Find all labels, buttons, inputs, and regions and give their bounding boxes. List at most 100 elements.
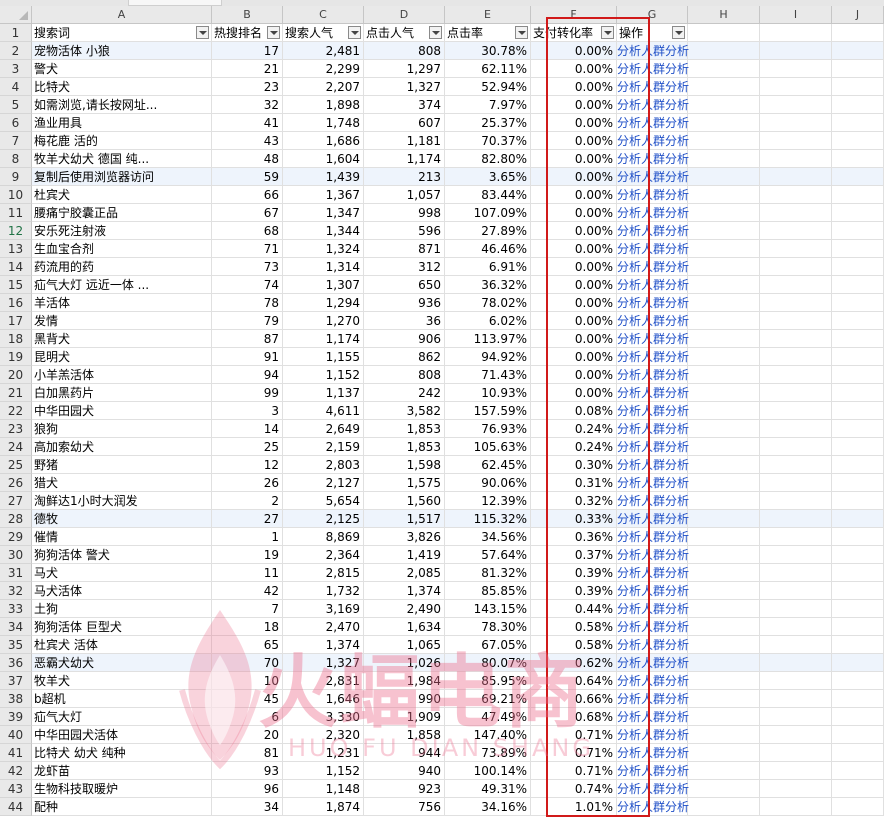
filter-dropdown-icon[interactable] [196,26,209,39]
empty-cell[interactable] [688,420,760,438]
empty-cell[interactable] [760,510,832,528]
empty-cell[interactable] [688,690,760,708]
empty-cell[interactable] [688,186,760,204]
empty-cell[interactable] [832,798,884,816]
analysis-link[interactable]: 分析人群分析 [617,780,689,798]
cell-rank[interactable]: 14 [212,420,283,438]
empty-cell[interactable] [832,582,884,600]
cell-conv[interactable]: 0.71% [531,726,617,744]
cell-click[interactable]: 1,598 [364,456,445,474]
row-header[interactable]: 34 [0,618,32,636]
cell-ctr[interactable]: 107.09% [445,204,531,222]
cell-click[interactable]: 808 [364,42,445,60]
cell-conv[interactable]: 0.71% [531,762,617,780]
empty-cell[interactable] [832,474,884,492]
cell-rank[interactable]: 74 [212,276,283,294]
cell-rank[interactable]: 10 [212,672,283,690]
empty-cell[interactable] [760,24,832,42]
cell-search[interactable]: 1,374 [283,636,364,654]
cell-ctr[interactable]: 10.93% [445,384,531,402]
cell-click[interactable]: 1,181 [364,132,445,150]
cell-keyword[interactable]: 宠物活体 小狼 [32,42,212,60]
column-header-G[interactable]: G [617,6,688,24]
cell-click[interactable]: 1,984 [364,672,445,690]
empty-cell[interactable] [832,276,884,294]
row-header[interactable]: 26 [0,474,32,492]
cell-search[interactable]: 1,604 [283,150,364,168]
row-header[interactable]: 29 [0,528,32,546]
cell-conv[interactable]: 0.00% [531,42,617,60]
empty-cell[interactable] [688,150,760,168]
empty-cell[interactable] [760,420,832,438]
row-header[interactable]: 33 [0,600,32,618]
row-header[interactable]: 6 [0,114,32,132]
cell-keyword[interactable]: 马犬 [32,564,212,582]
cell-click[interactable]: 1,297 [364,60,445,78]
cell-ctr[interactable]: 100.14% [445,762,531,780]
analysis-link[interactable]: 分析人群分析 [617,618,689,636]
cell-search[interactable]: 2,299 [283,60,364,78]
cell-search[interactable]: 1,152 [283,762,364,780]
cell-search[interactable]: 1,327 [283,654,364,672]
cell-ctr[interactable]: 73.89% [445,744,531,762]
cell-conv[interactable]: 0.24% [531,438,617,456]
cell-rank[interactable]: 20 [212,726,283,744]
analysis-link[interactable]: 分析人群分析 [617,690,689,708]
filter-dropdown-icon[interactable] [601,26,614,39]
empty-cell[interactable] [832,24,884,42]
cell-click[interactable]: 862 [364,348,445,366]
cell-rank[interactable]: 12 [212,456,283,474]
empty-cell[interactable] [832,132,884,150]
row-header[interactable]: 35 [0,636,32,654]
empty-cell[interactable] [760,384,832,402]
column-header-C[interactable]: C [283,6,364,24]
cell-rank[interactable]: 1 [212,528,283,546]
cell-rank[interactable]: 96 [212,780,283,798]
column-header-H[interactable]: H [688,6,760,24]
cell-rank[interactable]: 19 [212,546,283,564]
cell-keyword[interactable]: 发情 [32,312,212,330]
empty-cell[interactable] [760,456,832,474]
empty-cell[interactable] [832,438,884,456]
cell-conv[interactable]: 0.08% [531,402,617,420]
analysis-link[interactable]: 分析人群分析 [617,114,689,132]
empty-cell[interactable] [760,132,832,150]
cell-conv[interactable]: 0.39% [531,564,617,582]
empty-cell[interactable] [760,438,832,456]
cell-click[interactable]: 1,057 [364,186,445,204]
analysis-link[interactable]: 分析人群分析 [617,96,689,114]
cell-conv[interactable]: 0.00% [531,186,617,204]
cell-keyword[interactable]: 淘鲜达1小时大润发 [32,492,212,510]
cell-rank[interactable]: 68 [212,222,283,240]
empty-cell[interactable] [760,762,832,780]
cell-search[interactable]: 1,874 [283,798,364,816]
cell-conv[interactable]: 0.00% [531,384,617,402]
analysis-link[interactable]: 分析人群分析 [617,600,689,618]
cell-keyword[interactable]: 疝气大灯 远近一体 ... [32,276,212,294]
cell-ctr[interactable]: 36.32% [445,276,531,294]
row-header[interactable]: 39 [0,708,32,726]
row-header[interactable]: 25 [0,456,32,474]
cell-keyword[interactable]: 土狗 [32,600,212,618]
cell-rank[interactable]: 32 [212,96,283,114]
row-header[interactable]: 9 [0,168,32,186]
cell-search[interactable]: 1,294 [283,294,364,312]
empty-cell[interactable] [688,276,760,294]
cell-search[interactable]: 1,152 [283,366,364,384]
cell-search[interactable]: 5,654 [283,492,364,510]
cell-search[interactable]: 1,324 [283,240,364,258]
cell-search[interactable]: 2,803 [283,456,364,474]
analysis-link[interactable]: 分析人群分析 [617,798,689,816]
analysis-link[interactable]: 分析人群分析 [617,312,689,330]
empty-cell[interactable] [688,798,760,816]
cell-ctr[interactable]: 6.02% [445,312,531,330]
empty-cell[interactable] [760,276,832,294]
empty-cell[interactable] [688,96,760,114]
cell-rank[interactable]: 27 [212,510,283,528]
empty-cell[interactable] [832,420,884,438]
cell-rank[interactable]: 6 [212,708,283,726]
cell-conv[interactable]: 0.62% [531,654,617,672]
cell-rank[interactable]: 93 [212,762,283,780]
cell-conv[interactable]: 0.00% [531,132,617,150]
cell-rank[interactable]: 42 [212,582,283,600]
